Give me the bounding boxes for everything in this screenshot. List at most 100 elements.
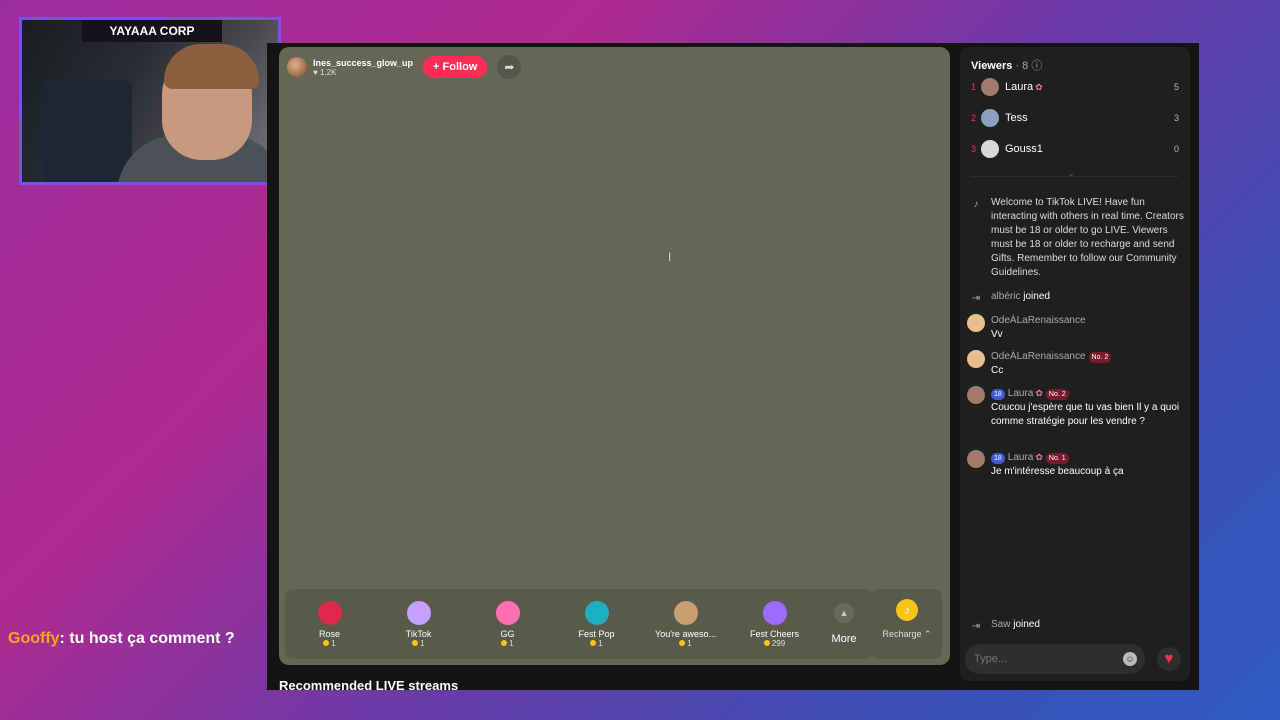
avatar[interactable] (967, 314, 985, 332)
chevron-up-icon: ▲ (834, 603, 854, 623)
avatar[interactable] (967, 450, 985, 468)
gift-price: 1 (552, 639, 641, 648)
gift-price: 1 (463, 639, 552, 648)
more-label: More (831, 633, 857, 645)
gift-youre-awesome[interactable]: You're aweso... 1 (641, 600, 730, 648)
join-message: ⇥ albéric joined (967, 290, 1185, 308)
gift-gg[interactable]: GG 1 (463, 600, 552, 648)
webcam-overlay: YAYAAA CORP (19, 17, 281, 185)
gift-bar: Rose 1 TikTok 1 GG 1 Fest Pop 1 You're a… (285, 589, 873, 659)
gift-name: TikTok (405, 628, 432, 639)
follow-button[interactable]: + Follow (423, 56, 488, 78)
viewer-row[interactable]: 3 Gouss1 0 (971, 138, 1179, 160)
gift-name: Fest Cheers (749, 628, 800, 639)
text-cursor-icon: I (668, 250, 672, 264)
flower-icon: ✿ (1035, 81, 1043, 92)
viewers-header[interactable]: Viewers · 8 ⓘ (971, 57, 1042, 73)
join-message: ⇥ Saw joined (967, 618, 1185, 636)
chat-message: 18 Laura ✿ No. 2 Coucou j'espère que tu vas … (967, 386, 1185, 429)
viewer-name: Laura (1005, 81, 1034, 93)
coin-icon (501, 640, 508, 647)
rose-icon (317, 600, 342, 625)
gift-name: Rose (318, 628, 340, 639)
tiktok-icon (406, 600, 431, 625)
gift-tiktok[interactable]: TikTok 1 (374, 600, 463, 648)
level-badge: 18 (991, 389, 1005, 400)
coin-icon (679, 640, 686, 647)
gift-fest-pop[interactable]: Fest Pop 1 (552, 600, 641, 648)
flower-icon: ✿ (1035, 388, 1043, 398)
viewer-name: Gouss1 (1005, 143, 1043, 155)
more-gifts-button[interactable]: ▲ More (819, 603, 869, 645)
coin-icon: ♪ (896, 599, 918, 621)
avatar (981, 140, 999, 158)
welcome-message: ♪ Welcome to TikTok LIVE! Have fun inter… (967, 196, 1185, 280)
live-video[interactable]: Ines_success_glow_up ♥ 1.2K + Follow ➦ I… (279, 47, 950, 665)
emoji-icon[interactable]: ☺ (1123, 652, 1137, 666)
fest-pop-icon (584, 600, 609, 625)
gift-rose[interactable]: Rose 1 (285, 600, 374, 648)
share-icon[interactable]: ➦ (497, 55, 522, 79)
recharge-label: Recharge ⌃ (882, 629, 932, 639)
chat-text: Coucou j'espère que tu vas bien Il y a q… (991, 402, 1180, 427)
chat-text: Je m'intéresse beaucoup à ça (991, 466, 1124, 477)
webcam-title: YAYAAA CORP (82, 20, 222, 42)
host-name[interactable]: Ines_success_glow_up (313, 58, 413, 68)
avatar[interactable] (967, 386, 985, 404)
rank-badge: No. 2 (1045, 389, 1069, 400)
heart-icon[interactable]: ♥ (1157, 647, 1181, 671)
avatar (981, 78, 999, 96)
recharge-button[interactable]: ♪ Recharge ⌃ (872, 589, 942, 659)
gift-price: 1 (641, 639, 730, 648)
host-bar: Ines_success_glow_up ♥ 1.2K + Follow ➦ (287, 55, 522, 79)
chat-input[interactable] (965, 644, 1114, 674)
gift-price: 299 (730, 639, 819, 648)
gaming-chair (42, 80, 132, 182)
gift-fest-cheers[interactable]: Fest Cheers 299 (730, 600, 819, 648)
viewer-row[interactable]: 2 Tess 3 (971, 107, 1179, 129)
recommended-title: Recommended LIVE streams (279, 678, 459, 693)
stream-chat-user: Gooffy (8, 630, 60, 647)
viewers-count: · 8 (1015, 60, 1029, 72)
coin-icon (590, 640, 597, 647)
gift-price: 1 (374, 639, 463, 648)
host-likes: ♥ 1.2K (313, 67, 337, 77)
tiktok-icon: ♪ (973, 199, 979, 210)
chat-text: Vv (991, 329, 1003, 340)
viewer-rank: 2 (971, 113, 977, 123)
chat-user[interactable]: Saw (991, 619, 1010, 630)
gift-name: GG (500, 628, 515, 639)
gift-name: You're aweso... (655, 628, 716, 639)
chat-user[interactable]: Laura (1008, 452, 1034, 463)
avatar (981, 109, 999, 127)
level-badge: 18 (991, 453, 1005, 464)
chat-user[interactable]: albéric (991, 291, 1020, 302)
rank-badge: No. 1 (1045, 453, 1069, 464)
chat-user[interactable]: OdeÀLaRenaissance (991, 315, 1086, 326)
coin-icon (763, 640, 770, 647)
flower-icon: ✿ (1035, 452, 1043, 462)
gg-icon (495, 600, 520, 625)
enter-icon: ⇥ (971, 621, 981, 632)
cat-icon (673, 600, 698, 625)
coin-icon (323, 640, 330, 647)
chat-input-box: ☺ (965, 644, 1145, 674)
coin-icon (412, 640, 419, 647)
side-panel: Viewers · 8 ⓘ 1 Laura ✿ 5 2 Tess 3 3 Gous… (960, 47, 1190, 681)
stream-chat-message: Gooffy: tu host ça comment ? (8, 630, 235, 648)
chat-user[interactable]: Laura (1008, 388, 1034, 399)
help-icon[interactable]: ⓘ (1031, 60, 1042, 72)
viewer-row[interactable]: 1 Laura ✿ 5 (971, 76, 1179, 98)
chat-message: OdeÀLaRenaissance Vv (967, 314, 1185, 342)
avatar[interactable] (967, 350, 985, 368)
viewer-name: Tess (1005, 112, 1028, 124)
host-avatar[interactable] (287, 57, 307, 77)
gift-name: Fest Pop (578, 628, 615, 639)
chat-user[interactable]: OdeÀLaRenaissance (991, 351, 1086, 362)
viewer-rank: 3 (971, 144, 977, 154)
rank-badge: No. 2 (1088, 352, 1112, 363)
enter-icon: ⇥ (971, 293, 981, 304)
stream-chat-text: : tu host ça comment ? (59, 630, 235, 647)
chat-text: Cc (991, 365, 1004, 376)
streamer-hair (164, 44, 259, 89)
